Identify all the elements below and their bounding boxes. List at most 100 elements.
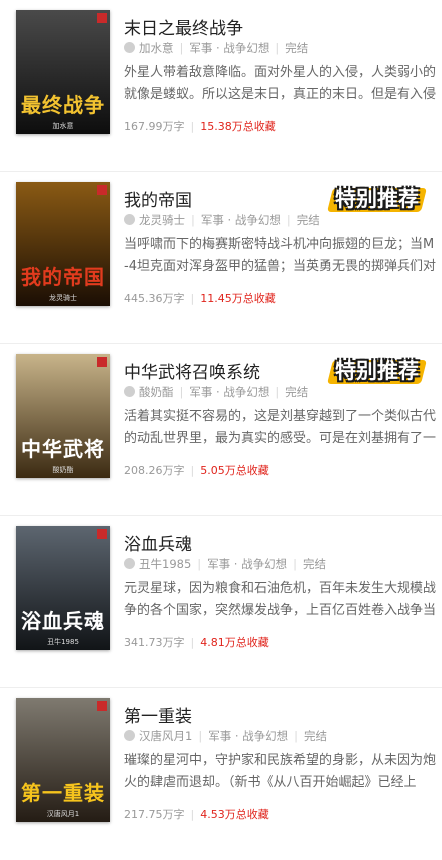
author-avatar-icon xyxy=(124,558,135,569)
book-author[interactable]: 龙灵骑士 xyxy=(139,213,185,227)
book-cover[interactable]: 我的帝国 龙灵骑士 xyxy=(16,182,110,306)
divider: | xyxy=(190,292,195,305)
book-category[interactable]: 军事 xyxy=(189,385,212,399)
book-list: 最终战争 加水意 末日之最终战争 加水意 | 军事 · 战争幻想 | 完结 外星人带着敌… xyxy=(0,0,442,860)
category-dot: · xyxy=(212,385,224,399)
featured-badge: 特别推荐 xyxy=(324,182,430,216)
book-subcategory[interactable]: 战争幻想 xyxy=(223,41,269,55)
category-dot: · xyxy=(223,213,235,227)
cover-author: 酸奶酯 xyxy=(52,466,74,474)
favorite-count: 5.05万总收藏 xyxy=(200,464,269,477)
book-meta: 丑牛1985 | 军事 · 战争幻想 | 完结 xyxy=(124,556,326,572)
book-stats: 217.75万字 | 4.53万总收藏 xyxy=(124,806,269,822)
divider: | xyxy=(191,213,195,227)
book-cover[interactable]: 第一重装 汉唐风月1 xyxy=(16,698,110,822)
book-subcategory[interactable]: 战争幻想 xyxy=(242,729,288,743)
book-item[interactable]: 浴血兵魂 丑牛1985 浴血兵魂 丑牛1985 | 军事 · 战争幻想 | 完结 元灵星… xyxy=(0,516,442,688)
favorite-count: 4.81万总收藏 xyxy=(200,636,269,649)
book-author[interactable]: 酸奶酯 xyxy=(139,385,174,399)
book-author[interactable]: 汉唐风月1 xyxy=(139,729,192,743)
divider: | xyxy=(190,636,195,649)
book-stats: 167.99万字 | 15.38万总收藏 xyxy=(124,118,276,134)
book-cover[interactable]: 最终战争 加水意 xyxy=(16,10,110,134)
book-author[interactable]: 丑牛1985 xyxy=(139,557,191,571)
book-item[interactable]: 第一重装 汉唐风月1 第一重装 汉唐风月1 | 军事 · 战争幻想 | 完结 璀璨的星河… xyxy=(0,688,442,860)
book-subcategory[interactable]: 战争幻想 xyxy=(241,557,287,571)
publisher-logo-icon xyxy=(97,357,107,367)
book-description: 活着其实挺不容易的，这是刘基穿越到了一个类似古代的动乱世界里，最为真实的感受。可… xyxy=(124,409,436,446)
book-category[interactable]: 军事 xyxy=(189,41,212,55)
book-title[interactable]: 浴血兵魂 xyxy=(124,530,192,555)
cover-title: 浴血兵魂 xyxy=(21,609,105,633)
book-meta: 酸奶酯 | 军事 · 战争幻想 | 完结 xyxy=(124,384,308,400)
book-subcategory[interactable]: 战争幻想 xyxy=(235,213,281,227)
cover-title: 我的帝国 xyxy=(21,265,105,289)
cover-title: 中华武将 xyxy=(21,437,105,461)
cover-title: 第一重装 xyxy=(21,781,105,805)
book-category[interactable]: 军事 xyxy=(208,729,231,743)
author-avatar-icon xyxy=(124,214,135,225)
book-status: 完结 xyxy=(285,385,309,399)
divider: | xyxy=(293,557,297,571)
divider: | xyxy=(190,464,195,477)
book-title[interactable]: 末日之最终战争 xyxy=(124,14,243,39)
book-item[interactable]: 中华武将 酸奶酯 中华武将召唤系统 特别推荐 酸奶酯 | 军事 · 战争幻想 | 完结 … xyxy=(0,344,442,516)
book-cover[interactable]: 中华武将 酸奶酯 xyxy=(16,354,110,478)
badge-label: 特别推荐 xyxy=(335,359,419,383)
author-avatar-icon xyxy=(124,730,135,741)
cover-author: 加水意 xyxy=(52,122,74,130)
favorite-count: 15.38万总收藏 xyxy=(200,120,276,133)
book-meta: 汉唐风月1 | 军事 · 战争幻想 | 完结 xyxy=(124,728,327,744)
divider: | xyxy=(179,385,184,399)
book-title[interactable]: 第一重装 xyxy=(124,702,192,727)
book-category[interactable]: 军事 xyxy=(201,213,224,227)
book-cover[interactable]: 浴血兵魂 丑牛1985 xyxy=(16,526,110,650)
divider: | xyxy=(190,120,195,133)
author-avatar-icon xyxy=(124,386,135,397)
book-item[interactable]: 最终战争 加水意 末日之最终战争 加水意 | 军事 · 战争幻想 | 完结 外星人带着敌… xyxy=(0,0,442,172)
favorite-count: 4.53万总收藏 xyxy=(200,808,269,821)
word-count: 217.75万字 xyxy=(124,808,185,821)
book-title[interactable]: 中华武将召唤系统 xyxy=(124,358,260,383)
book-author[interactable]: 加水意 xyxy=(139,41,174,55)
book-description: 璀璨的星河中，守护家和民族希望的身影，从未因为炮火的肆虐而退却。（新书《从八百开… xyxy=(124,753,436,790)
category-dot: · xyxy=(212,41,224,55)
book-status: 完结 xyxy=(285,41,309,55)
book-description: 元灵星球，因为粮食和石油危机，百年未发生大规模战争的各个国家，突然爆发战争，上百… xyxy=(124,581,436,618)
category-dot: · xyxy=(230,557,242,571)
cover-author: 龙灵骑士 xyxy=(49,294,77,302)
book-meta: 加水意 | 军事 · 战争幻想 | 完结 xyxy=(124,40,308,56)
divider: | xyxy=(286,213,291,227)
divider: | xyxy=(294,729,299,743)
favorite-count: 11.45万总收藏 xyxy=(200,292,276,305)
publisher-logo-icon xyxy=(97,701,107,711)
book-meta: 龙灵骑士 | 军事 · 战争幻想 | 完结 xyxy=(124,212,320,228)
author-avatar-icon xyxy=(124,42,135,53)
word-count: 208.26万字 xyxy=(124,464,185,477)
book-item[interactable]: 我的帝国 龙灵骑士 我的帝国 特别推荐 龙灵骑士 | 军事 · 战争幻想 | 完结 当呼… xyxy=(0,172,442,344)
divider: | xyxy=(190,808,195,821)
publisher-logo-icon xyxy=(97,13,107,23)
cover-title: 最终战争 xyxy=(21,93,105,117)
divider: | xyxy=(275,385,280,399)
word-count: 341.73万字 xyxy=(124,636,185,649)
badge-label: 特别推荐 xyxy=(335,187,419,211)
publisher-logo-icon xyxy=(97,185,107,195)
book-status: 完结 xyxy=(303,557,326,571)
divider: | xyxy=(275,41,280,55)
book-category[interactable]: 军事 xyxy=(207,557,230,571)
word-count: 445.36万字 xyxy=(124,292,185,305)
cover-author: 汉唐风月1 xyxy=(46,810,80,818)
divider: | xyxy=(179,41,184,55)
word-count: 167.99万字 xyxy=(124,120,185,133)
book-stats: 208.26万字 | 5.05万总收藏 xyxy=(124,462,269,478)
book-stats: 341.73万字 | 4.81万总收藏 xyxy=(124,634,269,650)
divider: | xyxy=(198,729,203,743)
book-subcategory[interactable]: 战争幻想 xyxy=(223,385,269,399)
cover-author: 丑牛1985 xyxy=(47,638,79,646)
book-description: 当呼啸而下的梅赛斯密特战斗机冲向振翅的巨龙；当M-4坦克面对浑身盔甲的猛兽；当英… xyxy=(124,237,436,274)
featured-badge: 特别推荐 xyxy=(324,354,430,388)
category-dot: · xyxy=(231,729,243,743)
book-title[interactable]: 我的帝国 xyxy=(124,186,192,211)
book-stats: 445.36万字 | 11.45万总收藏 xyxy=(124,290,276,306)
